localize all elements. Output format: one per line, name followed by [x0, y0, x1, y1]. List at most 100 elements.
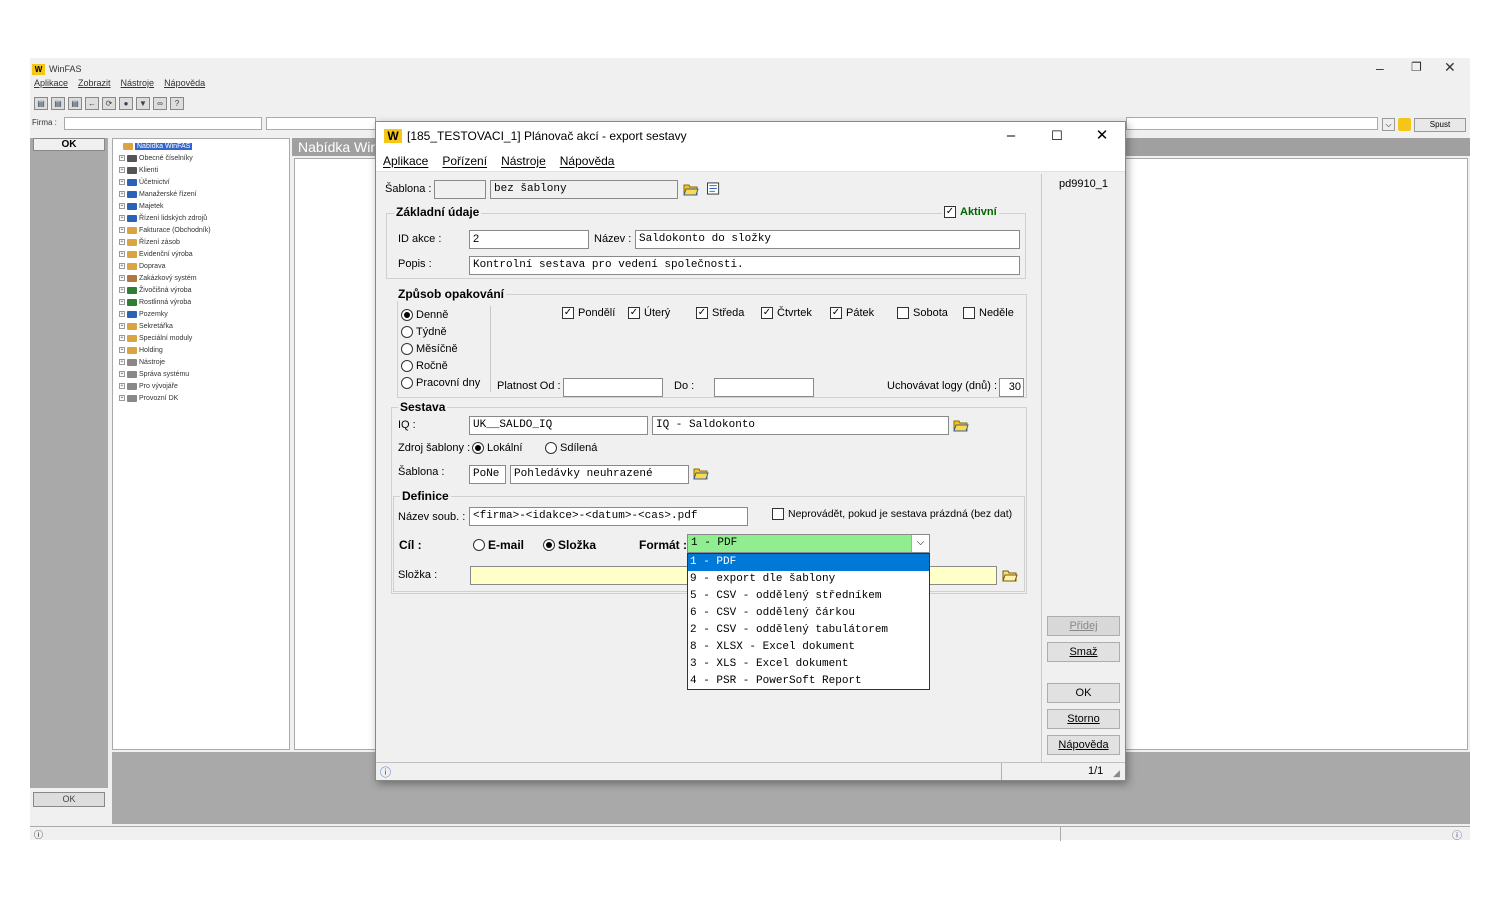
left-ok-button[interactable]: OK: [33, 138, 105, 151]
radio-denne[interactable]: Denně: [401, 309, 448, 321]
expand-plus-icon[interactable]: +: [119, 167, 125, 173]
id-akce-field[interactable]: 2: [469, 230, 589, 249]
dialog-maximize-icon[interactable]: ☐: [1034, 122, 1080, 150]
smaz-button[interactable]: Smaž: [1047, 642, 1120, 662]
tree-item[interactable]: + Speciální moduly: [115, 332, 287, 344]
expand-plus-icon[interactable]: +: [119, 359, 125, 365]
toolbar-filter-icon[interactable]: ▼: [136, 96, 150, 110]
format-option[interactable]: 3 - XLS - Excel dokument: [688, 656, 929, 673]
tree-item[interactable]: + Pro vývojáře: [115, 380, 287, 392]
day-sobota-checkbox[interactable]: Sobota: [897, 307, 948, 319]
radio-pracovni-dny[interactable]: Pracovní dny: [401, 377, 480, 389]
app-menu-napoveda[interactable]: Nápověda: [164, 78, 205, 91]
folder-icon[interactable]: [1398, 118, 1411, 131]
resize-grip-icon[interactable]: ◢: [1113, 768, 1120, 779]
expand-plus-icon[interactable]: +: [119, 227, 125, 233]
logy-field[interactable]: 30: [999, 378, 1024, 397]
toolbar-globe-icon[interactable]: ●: [119, 96, 133, 110]
firma-name-field[interactable]: [266, 117, 376, 130]
folder-open-icon[interactable]: [683, 183, 699, 196]
expand-plus-icon[interactable]: +: [119, 311, 125, 317]
tree-item[interactable]: + Správa systému: [115, 368, 287, 380]
expand-plus-icon[interactable]: +: [119, 155, 125, 161]
format-option[interactable]: 6 - CSV - oddělený čárkou: [688, 605, 929, 622]
tree-item[interactable]: + Provozní DK: [115, 392, 287, 404]
expand-plus-icon[interactable]: +: [119, 251, 125, 257]
expand-plus-icon[interactable]: +: [119, 371, 125, 377]
day-utery-checkbox[interactable]: ✓ Úterý: [628, 307, 670, 319]
radio-sdilena[interactable]: Sdílená: [545, 442, 597, 454]
tree-item[interactable]: + Živočišná výroba: [115, 284, 287, 296]
menu-aplikace[interactable]: Aplikace: [383, 154, 428, 168]
format-option[interactable]: 9 - export dle šablony: [688, 571, 929, 588]
expand-plus-icon[interactable]: +: [119, 383, 125, 389]
tree-item[interactable]: + Doprava: [115, 260, 287, 272]
sestava-sablona-code-field[interactable]: PoNe: [469, 465, 506, 484]
sestava-folder-open-icon[interactable]: [693, 467, 709, 480]
radio-mesicne[interactable]: Měsíčně: [401, 343, 458, 355]
menu-napoveda[interactable]: Nápověda: [560, 154, 615, 168]
day-streda-checkbox[interactable]: ✓ Středa: [696, 307, 744, 319]
tree-item[interactable]: + Klienti: [115, 164, 287, 176]
dialog-close-icon[interactable]: ✕: [1079, 122, 1125, 150]
tree-item[interactable]: + Řízení zásob: [115, 236, 287, 248]
app-menu-zobrazit[interactable]: Zobrazit: [78, 78, 111, 91]
expand-plus-icon[interactable]: +: [119, 263, 125, 269]
iq-name-field[interactable]: IQ - Saldokonto: [652, 416, 949, 435]
menu-nastroje[interactable]: Nástroje: [501, 154, 546, 168]
neprovadet-checkbox[interactable]: Neprovádět, pokud je sestava prázdná (be…: [772, 508, 1012, 520]
day-ctvrtek-checkbox[interactable]: ✓ Čtvrtek: [761, 307, 812, 319]
expand-plus-icon[interactable]: +: [119, 299, 125, 305]
day-pondeli-checkbox[interactable]: ✓ Pondělí: [562, 307, 615, 319]
expand-plus-icon[interactable]: +: [119, 203, 125, 209]
nazev-field[interactable]: Saldokonto do složky: [635, 230, 1020, 249]
toolbar-link-icon[interactable]: ∞: [153, 96, 167, 110]
tree-item[interactable]: + Účetnictví: [115, 176, 287, 188]
pridej-button[interactable]: Přidej: [1047, 616, 1120, 636]
toolbar-back-icon[interactable]: ←: [85, 96, 99, 110]
firma-field[interactable]: [64, 117, 262, 130]
expand-plus-icon[interactable]: +: [119, 287, 125, 293]
menu-porizeni[interactable]: Pořízení: [442, 154, 487, 168]
expand-plus-icon[interactable]: +: [119, 191, 125, 197]
expand-plus-icon[interactable]: +: [119, 275, 125, 281]
tree-item[interactable]: Nabídka WinFAS: [115, 140, 287, 152]
tree-root-marker[interactable]: [115, 143, 121, 149]
command-field[interactable]: [1126, 117, 1378, 130]
template-list-icon[interactable]: [706, 182, 722, 195]
tree-item[interactable]: + Rostlinná výroba: [115, 296, 287, 308]
left-ok-button-bottom[interactable]: OK: [33, 792, 105, 807]
chevron-down-icon[interactable]: ⌵: [911, 535, 929, 552]
help-icon[interactable]: ⓘ: [1452, 827, 1462, 842]
sablona-name-field[interactable]: bez šablony: [490, 180, 678, 199]
radio-rocne[interactable]: Ročně: [401, 360, 448, 372]
radio-tydne[interactable]: Týdně: [401, 326, 447, 338]
expand-plus-icon[interactable]: +: [119, 179, 125, 185]
aktivni-checkbox[interactable]: ✓ Aktivní: [942, 206, 999, 218]
napoveda-button[interactable]: Nápověda: [1047, 735, 1120, 755]
format-option[interactable]: 2 - CSV - oddělený tabulátorem: [688, 622, 929, 639]
tree-item[interactable]: + Nástroje: [115, 356, 287, 368]
tree-item[interactable]: + Obecné číselníky: [115, 152, 287, 164]
format-option[interactable]: 1 - PDF: [688, 554, 929, 571]
format-option[interactable]: 4 - PSR - PowerSoft Report: [688, 673, 929, 690]
app-menu-nastroje[interactable]: Nástroje: [121, 78, 155, 91]
day-nedele-checkbox[interactable]: Neděle: [963, 307, 1014, 319]
spust-button[interactable]: Spust: [1414, 118, 1466, 132]
slozka-folder-icon[interactable]: [1002, 569, 1018, 582]
storno-button[interactable]: Storno: [1047, 709, 1120, 729]
toolbar-refresh-icon[interactable]: ⟳: [102, 96, 116, 110]
toolbar-help-icon[interactable]: ?: [170, 96, 184, 110]
app-menu-aplikace[interactable]: Aplikace: [34, 78, 68, 91]
dialog-minimize-icon[interactable]: –: [988, 122, 1034, 150]
format-select[interactable]: 1 - PDF: [687, 534, 930, 553]
minimize-icon[interactable]: –: [1376, 60, 1384, 76]
sablona-code-field[interactable]: [434, 180, 486, 199]
expand-plus-icon[interactable]: +: [119, 347, 125, 353]
toolbar-grid2-icon[interactable]: ▤: [51, 96, 65, 110]
radio-lokalni[interactable]: Lokální: [472, 442, 522, 454]
expand-plus-icon[interactable]: +: [119, 323, 125, 329]
ok-button[interactable]: OK: [1047, 683, 1120, 703]
iq-folder-open-icon[interactable]: [953, 419, 969, 432]
close-icon[interactable]: ✕: [1444, 59, 1456, 76]
